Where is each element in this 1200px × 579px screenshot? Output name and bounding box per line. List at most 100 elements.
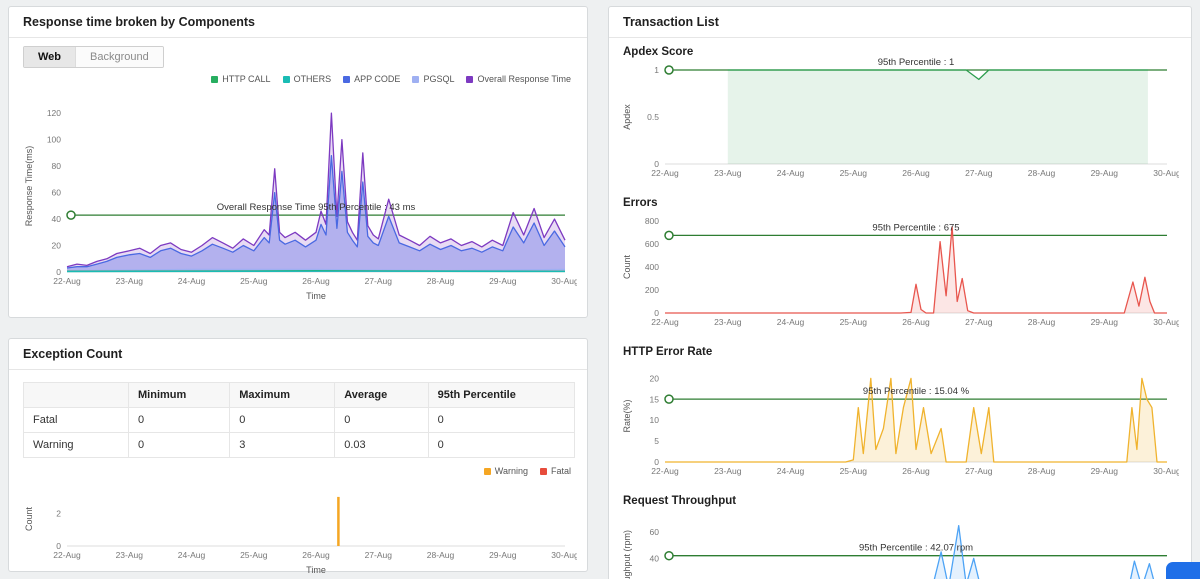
svg-text:15: 15 <box>650 394 660 404</box>
response-components-chart[interactable]: 02040608010012022-Aug23-Aug24-Aug25-Aug2… <box>21 86 575 309</box>
legend-pgsql[interactable]: PGSQL <box>412 74 454 84</box>
svg-text:24-Aug: 24-Aug <box>178 276 206 286</box>
svg-text:24-Aug: 24-Aug <box>178 550 206 560</box>
table-header-cell: 95th Percentile <box>428 383 574 408</box>
svg-text:23-Aug: 23-Aug <box>714 168 742 178</box>
legend-app-code[interactable]: APP CODE <box>343 74 400 84</box>
svg-text:25-Aug: 25-Aug <box>240 276 268 286</box>
table-header-cell: Average <box>335 383 428 408</box>
row-label: Warning <box>24 433 129 458</box>
svg-text:2: 2 <box>56 508 61 518</box>
panel-title: Transaction List <box>609 7 1191 38</box>
svg-text:22-Aug: 22-Aug <box>53 276 81 286</box>
svg-text:Throughput (rpm): Throughput (rpm) <box>622 530 632 579</box>
svg-text:26-Aug: 26-Aug <box>902 466 930 476</box>
svg-text:Count: Count <box>24 507 34 532</box>
svg-text:95th Percentile : 675: 95th Percentile : 675 <box>872 222 959 233</box>
svg-text:29-Aug: 29-Aug <box>1091 466 1119 476</box>
legend-swatch <box>283 76 290 83</box>
table-header-cell <box>24 383 129 408</box>
svg-text:60: 60 <box>650 527 660 537</box>
cell: 0 <box>129 408 230 433</box>
svg-text:27-Aug: 27-Aug <box>365 276 393 286</box>
svg-text:23-Aug: 23-Aug <box>714 466 742 476</box>
svg-text:Rate(%): Rate(%) <box>622 399 632 432</box>
component-legend: HTTP CALL OTHERS APP CODE PGSQL Overall … <box>9 70 587 86</box>
svg-text:25-Aug: 25-Aug <box>240 550 268 560</box>
svg-text:10: 10 <box>650 415 660 425</box>
svg-text:30-Aug: 30-Aug <box>1153 168 1179 178</box>
svg-text:24-Aug: 24-Aug <box>777 317 805 327</box>
request-throughput-chart[interactable]: 020406022-Aug23-Aug24-Aug25-Aug26-Aug27-… <box>619 505 1181 579</box>
legend-swatch <box>343 76 350 83</box>
svg-text:27-Aug: 27-Aug <box>965 317 993 327</box>
svg-text:25-Aug: 25-Aug <box>840 466 868 476</box>
legend-fatal[interactable]: Fatal <box>540 466 571 476</box>
svg-text:22-Aug: 22-Aug <box>651 168 679 178</box>
svg-text:22-Aug: 22-Aug <box>651 466 679 476</box>
svg-text:26-Aug: 26-Aug <box>902 168 930 178</box>
svg-text:200: 200 <box>645 285 659 295</box>
legend-swatch <box>484 468 491 475</box>
svg-text:26-Aug: 26-Aug <box>902 317 930 327</box>
svg-text:29-Aug: 29-Aug <box>1091 317 1119 327</box>
apdex-chart[interactable]: 00.5122-Aug23-Aug24-Aug25-Aug26-Aug27-Au… <box>619 56 1181 189</box>
svg-text:23-Aug: 23-Aug <box>714 317 742 327</box>
http-error-rate-chart[interactable]: 0510152022-Aug23-Aug24-Aug25-Aug26-Aug27… <box>619 356 1181 487</box>
exception-count-chart[interactable]: 0222-Aug23-Aug24-Aug25-Aug26-Aug27-Aug28… <box>21 478 575 579</box>
legend-http-call[interactable]: HTTP CALL <box>211 74 270 84</box>
svg-text:30-Aug: 30-Aug <box>551 550 577 560</box>
transaction-list-panel: Transaction List Apdex Score 00.5122-Aug… <box>608 6 1192 579</box>
exception-legend: Warning Fatal <box>9 462 587 478</box>
cell: 0 <box>428 408 574 433</box>
cell: 0.03 <box>335 433 428 458</box>
svg-text:28-Aug: 28-Aug <box>427 550 455 560</box>
exception-count-panel: Exception Count Minimum Maximum Average … <box>8 338 588 572</box>
table-header-cell: Minimum <box>129 383 230 408</box>
svg-text:30-Aug: 30-Aug <box>1153 466 1179 476</box>
svg-text:24-Aug: 24-Aug <box>777 168 805 178</box>
svg-text:28-Aug: 28-Aug <box>1028 168 1056 178</box>
tab-background[interactable]: Background <box>75 47 163 67</box>
help-button[interactable] <box>1166 562 1200 579</box>
cell: 0 <box>335 408 428 433</box>
panel-title: Exception Count <box>9 339 587 370</box>
table-header-row: Minimum Maximum Average 95th Percentile <box>24 383 575 408</box>
section-title-request-throughput: Request Throughput <box>609 487 1191 505</box>
svg-text:400: 400 <box>645 262 659 272</box>
section-title-errors: Errors <box>609 189 1191 207</box>
svg-text:23-Aug: 23-Aug <box>116 550 144 560</box>
svg-text:95th Percentile : 42.07 rpm: 95th Percentile : 42.07 rpm <box>859 543 973 554</box>
errors-chart[interactable]: 020040060080022-Aug23-Aug24-Aug25-Aug26-… <box>619 207 1181 338</box>
svg-text:600: 600 <box>645 239 659 249</box>
svg-text:Apdex: Apdex <box>622 104 632 130</box>
svg-text:95th Percentile : 15.04 %: 95th Percentile : 15.04 % <box>863 386 970 397</box>
cell: 0 <box>428 433 574 458</box>
svg-text:0.5: 0.5 <box>647 112 659 122</box>
svg-text:1: 1 <box>654 65 659 75</box>
svg-text:23-Aug: 23-Aug <box>116 276 144 286</box>
svg-text:29-Aug: 29-Aug <box>489 550 517 560</box>
exception-table: Minimum Maximum Average 95th Percentile … <box>23 382 575 458</box>
table-row: Warning 0 3 0.03 0 <box>24 433 575 458</box>
svg-text:Count: Count <box>622 255 632 280</box>
svg-text:20: 20 <box>650 373 660 383</box>
svg-text:29-Aug: 29-Aug <box>489 276 517 286</box>
legend-others[interactable]: OTHERS <box>283 74 332 84</box>
svg-text:24-Aug: 24-Aug <box>777 466 805 476</box>
tab-web[interactable]: Web <box>24 47 75 67</box>
svg-text:22-Aug: 22-Aug <box>651 317 679 327</box>
legend-swatch <box>211 76 218 83</box>
svg-text:40: 40 <box>52 214 62 224</box>
svg-text:25-Aug: 25-Aug <box>840 168 868 178</box>
svg-text:27-Aug: 27-Aug <box>965 168 993 178</box>
svg-text:29-Aug: 29-Aug <box>1091 168 1119 178</box>
legend-overall-response-time[interactable]: Overall Response Time <box>466 74 571 84</box>
svg-text:28-Aug: 28-Aug <box>1028 317 1056 327</box>
svg-text:60: 60 <box>52 188 62 198</box>
svg-text:95th Percentile : 1: 95th Percentile : 1 <box>878 57 955 68</box>
legend-swatch <box>540 468 547 475</box>
legend-swatch <box>412 76 419 83</box>
svg-text:100: 100 <box>47 135 61 145</box>
legend-warning[interactable]: Warning <box>484 466 528 476</box>
